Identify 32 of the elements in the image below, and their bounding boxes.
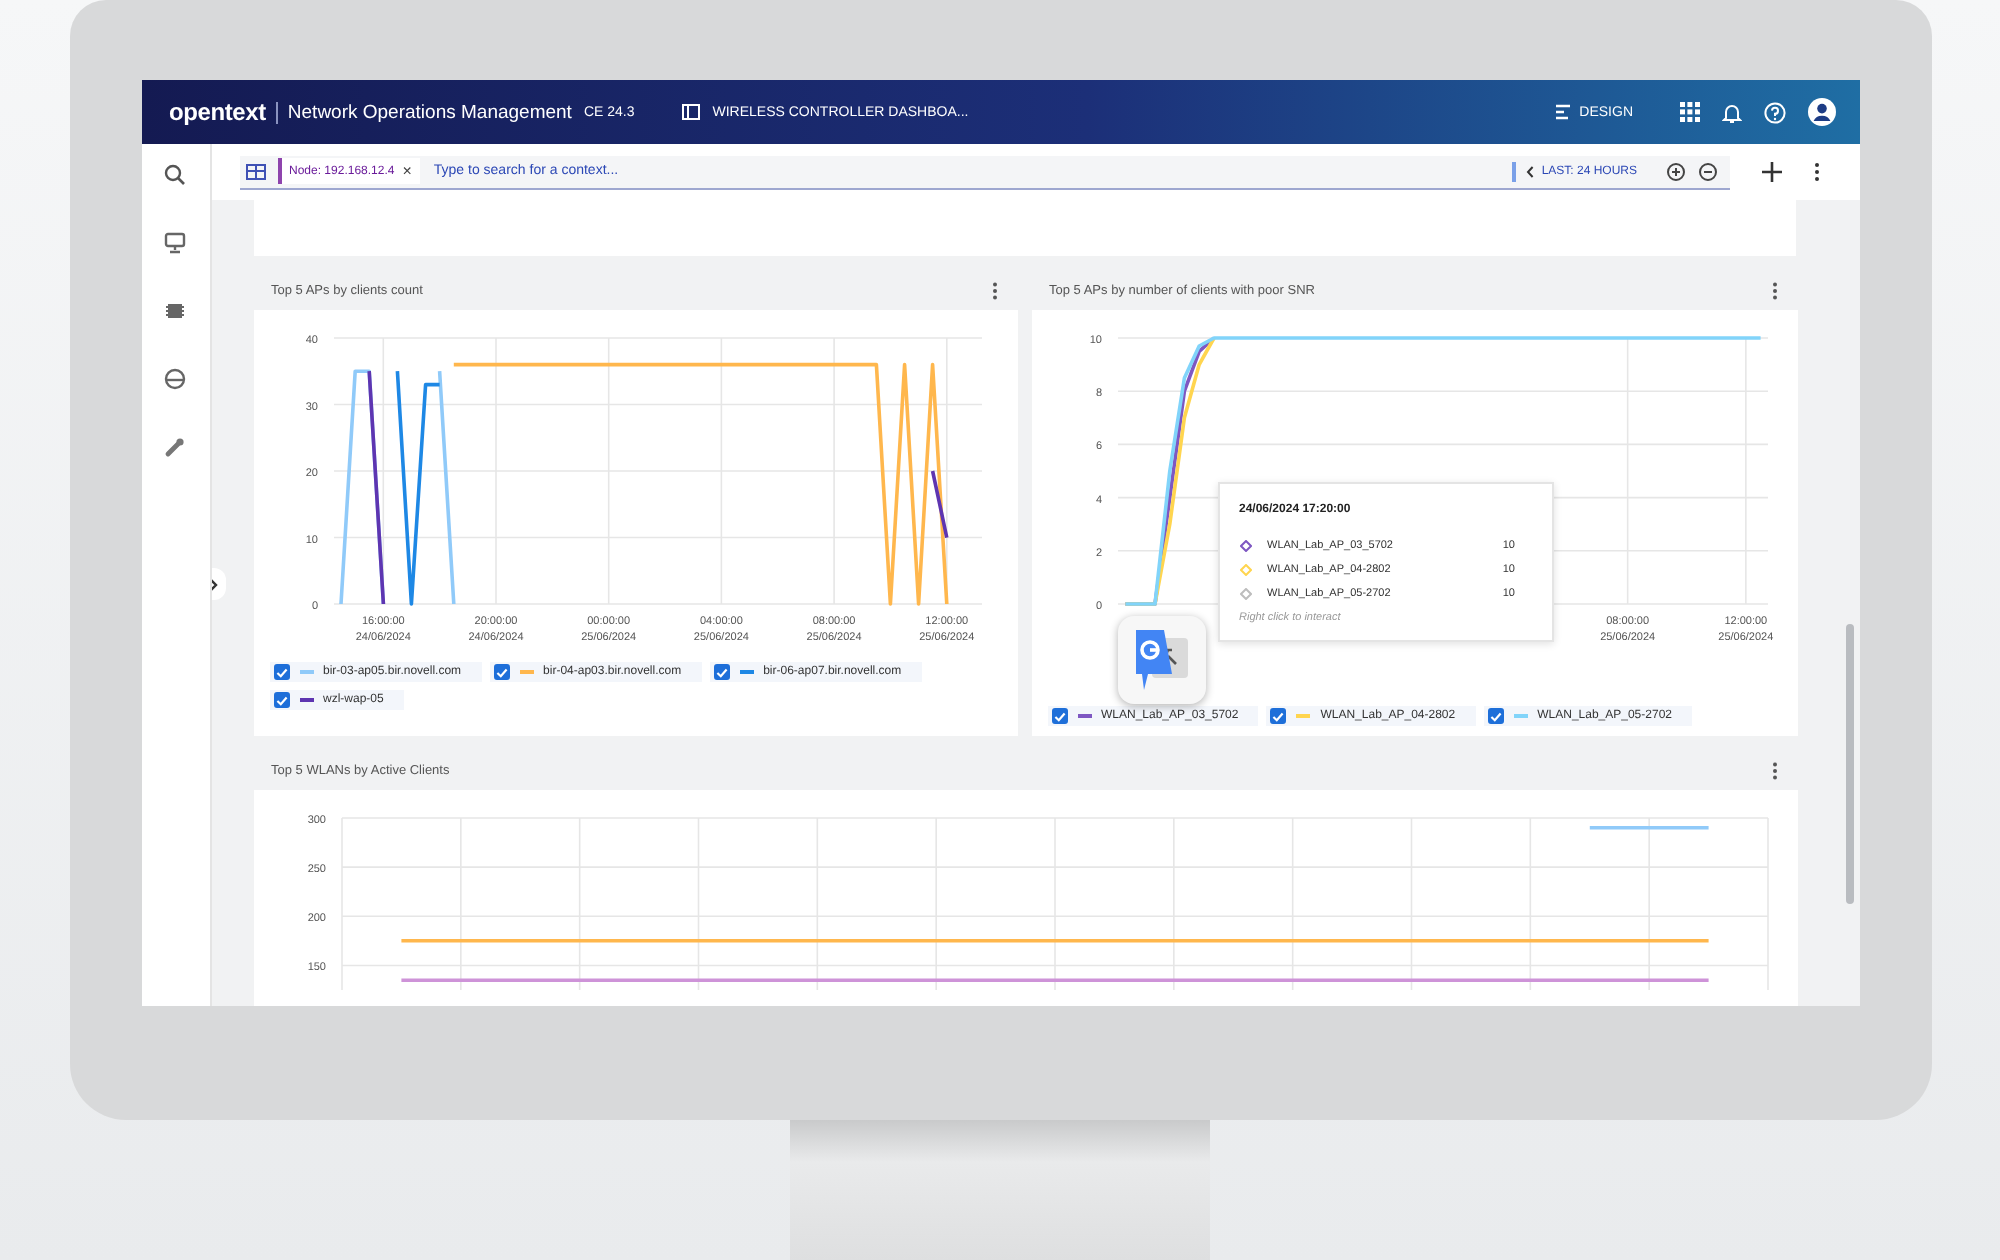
- monitor-icon[interactable]: [164, 232, 186, 254]
- legend-checkbox[interactable]: [273, 692, 289, 708]
- more-icon[interactable]: [1771, 761, 1777, 779]
- legend-checkbox[interactable]: [1270, 708, 1287, 724]
- legend-checkbox[interactable]: [493, 664, 510, 680]
- grid-icon[interactable]: [1679, 102, 1699, 122]
- legend-checkbox[interactable]: [273, 664, 289, 680]
- search-icon[interactable]: [164, 164, 186, 186]
- chevron-left-icon: [1525, 165, 1534, 177]
- more-icon[interactable]: [1813, 162, 1819, 182]
- bell-icon[interactable]: [1721, 101, 1741, 123]
- zoom-out-icon[interactable]: [1697, 161, 1717, 181]
- help-icon[interactable]: [1763, 101, 1785, 123]
- zoom-in-icon[interactable]: [1665, 161, 1685, 181]
- legend-checkbox[interactable]: [713, 664, 730, 680]
- legend-checkbox[interactable]: [1487, 708, 1504, 724]
- filter-icon[interactable]: [239, 155, 271, 189]
- more-icon[interactable]: [1771, 281, 1777, 299]
- dashboard-icon: [682, 104, 701, 120]
- translate-icon[interactable]: [1117, 616, 1205, 704]
- scrollbar[interactable]: [1845, 624, 1853, 904]
- list-icon: [1553, 104, 1572, 120]
- chip-icon[interactable]: [164, 300, 186, 322]
- logo: opentext: [169, 98, 266, 126]
- add-icon[interactable]: [1761, 162, 1781, 182]
- legend-checkbox[interactable]: [1051, 708, 1067, 724]
- wrench-icon[interactable]: [164, 436, 186, 458]
- remove-tag-button[interactable]: ×: [402, 162, 412, 180]
- more-icon[interactable]: [991, 281, 997, 299]
- chevron-right-icon: [211, 577, 218, 591]
- avatar-icon[interactable]: [1807, 98, 1835, 126]
- product-name: Network Operations Management: [275, 101, 572, 123]
